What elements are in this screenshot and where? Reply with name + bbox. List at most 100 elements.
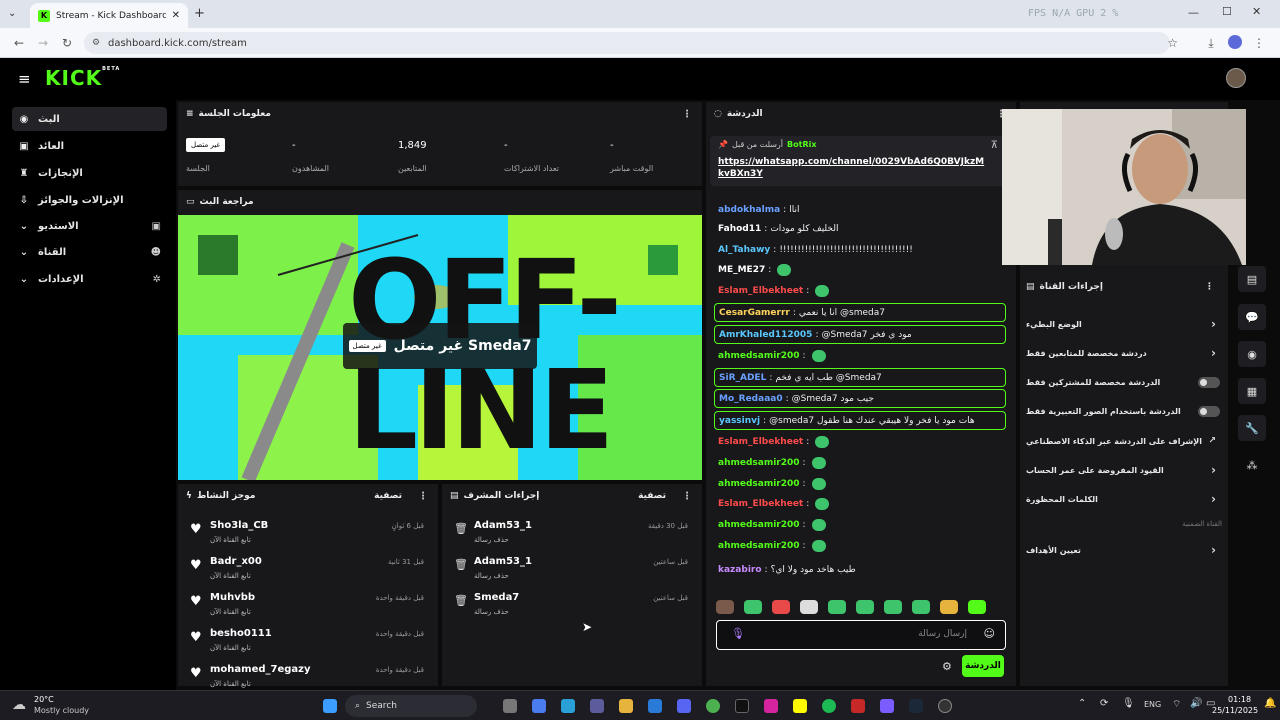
list-item[interactable]: 🗑 Adam53_1 حذف رسالة قبل 30 دقيقة xyxy=(450,518,694,552)
stream-preview[interactable]: OFF-LINE غير متصل غير متصل Smeda7 xyxy=(178,215,702,480)
chevron-up-icon[interactable]: ⌃ xyxy=(1078,698,1086,709)
kick-logo[interactable]: KICKBETA xyxy=(45,66,120,90)
site-info-icon[interactable]: ⚙ xyxy=(92,38,100,48)
chat-message[interactable]: kazabiro: طيب هاخد مود ولا اي؟ xyxy=(714,560,1006,579)
chat-username[interactable]: abdokhalma xyxy=(718,205,780,215)
tab-list-icon[interactable]: ⌄ xyxy=(8,8,16,19)
emote-icon[interactable] xyxy=(912,600,930,614)
chat-username[interactable]: kazabiro xyxy=(718,565,762,575)
sidebar-item-stream[interactable]: ◉ البث xyxy=(12,107,167,131)
chat-message[interactable]: ahmedsamir200: xyxy=(714,474,1006,493)
channel-control-row[interactable]: دردشة مخصصة للمتابعين فقط › xyxy=(1026,342,1222,364)
chat-message[interactable]: ME_ME27: xyxy=(714,260,1006,279)
chat-message[interactable]: ahmedsamir200: xyxy=(714,515,1006,534)
broadcast-button[interactable]: ◉ xyxy=(1238,341,1266,367)
edge-icon[interactable] xyxy=(561,699,575,713)
moderator-name[interactable]: Adam53_1 xyxy=(474,556,532,567)
toggle-switch[interactable] xyxy=(1198,376,1220,388)
network-icon[interactable]: ⌔ xyxy=(1172,698,1181,711)
teams-icon[interactable] xyxy=(880,699,894,713)
tools-button[interactable]: 🔧 xyxy=(1238,415,1266,441)
notification-icon[interactable]: 🔔 xyxy=(1264,698,1276,709)
profile-avatar[interactable] xyxy=(1228,35,1242,49)
minimize-icon[interactable]: — xyxy=(1188,6,1199,19)
user-name[interactable]: besho0111 xyxy=(210,628,272,639)
chat-username[interactable]: ahmedsamir200 xyxy=(718,520,800,530)
back-icon[interactable]: ← xyxy=(12,36,26,50)
emote-icon[interactable] xyxy=(800,600,818,614)
chat-username[interactable]: CesarGamerrr xyxy=(719,308,790,318)
sidebar-item-drops[interactable]: ⇩ الإنزالات والجوائز xyxy=(12,188,167,212)
chat-message[interactable]: Mo_Redaaa0: @Smeda7 جيب مود xyxy=(714,389,1006,408)
chat-message[interactable]: Al_Tahawy:!!!!!!!!!!!!!!!!!!!!!!!!!!!!!!… xyxy=(714,240,1006,259)
emote-icon[interactable] xyxy=(772,600,790,614)
tiktok-icon[interactable] xyxy=(735,699,749,713)
channel-control-row[interactable]: الإشراف على الدردشة عبر الذكاء الاصطناعي… xyxy=(1026,430,1222,452)
chat-message[interactable]: CesarGamerrr: انا يا نعمي @smeda7 xyxy=(714,303,1006,322)
file-explorer-icon[interactable] xyxy=(619,699,633,713)
chat-username[interactable]: ahmedsamir200 xyxy=(718,351,800,361)
spotify-icon[interactable] xyxy=(822,699,836,713)
nodes-button[interactable]: ⁂ xyxy=(1238,452,1266,478)
list-item[interactable]: 🗑 Smeda7 حذف رسالة قبل ساعتين xyxy=(450,590,694,624)
bookmark-star-icon[interactable]: ☆ xyxy=(1167,36,1178,50)
browser-menu-icon[interactable]: ⋮ xyxy=(1252,36,1266,50)
chat-username[interactable]: Fahod11 xyxy=(718,224,761,234)
list-item[interactable]: 🗑 Adam53_1 حذف رسالة قبل ساعتين xyxy=(450,554,694,588)
forward-icon[interactable]: → xyxy=(36,36,50,50)
chat-username[interactable]: AmrKhaled112005 xyxy=(719,330,812,340)
chat-message[interactable]: Eslam_Elbekheet: xyxy=(714,494,1006,513)
chat-message[interactable]: Fahod11: الخليف كلو مودات xyxy=(714,219,1006,238)
emote-icon[interactable] xyxy=(940,600,958,614)
goals-row[interactable]: تعيين الأهداف › xyxy=(1026,539,1222,561)
list-item[interactable]: ♥ Muhvbb تابع القناة الآن قبل دقيقة واحدة xyxy=(186,590,430,624)
windows-start-icon[interactable] xyxy=(323,699,337,713)
chat-bubble-button[interactable]: 💬 xyxy=(1238,304,1266,330)
chat-message[interactable]: AmrKhaled112005: @Smeda7 مود ي فخر xyxy=(714,325,1006,344)
language-indicator[interactable]: ENG xyxy=(1144,700,1161,709)
url-field[interactable]: ⚙ dashboard.kick.com/stream ☆ xyxy=(84,32,1178,54)
moderator-name[interactable]: Adam53_1 xyxy=(474,520,532,531)
emote-icon[interactable] xyxy=(744,600,762,614)
chat-username[interactable]: Eslam_Elbekheet xyxy=(718,437,803,447)
channel-control-row[interactable]: الدردشة مخصصة للمشتركين فقط xyxy=(1026,371,1222,393)
microphone-icon[interactable]: 🎙 xyxy=(731,627,745,640)
task-view-icon[interactable] xyxy=(503,699,517,713)
more-options-icon[interactable]: ⋮ xyxy=(682,109,692,120)
more-options-icon[interactable]: ⋮ xyxy=(682,491,692,502)
hamburger-menu-icon[interactable]: ≡ xyxy=(18,70,31,88)
user-name[interactable]: Sho3la_CB xyxy=(210,520,268,531)
emote-icon[interactable] xyxy=(856,600,874,614)
chat-username[interactable]: Eslam_Elbekheet xyxy=(718,499,803,509)
emote-icon[interactable] xyxy=(716,600,734,614)
chat-username[interactable]: Al_Tahawy xyxy=(718,245,770,255)
chat-message[interactable]: ahmedsamir200: xyxy=(714,453,1006,472)
chat-message[interactable]: SiR_ADEL: طب ايه ي فخم @Smeda7 xyxy=(714,368,1006,387)
more-options-icon[interactable]: ⋮ xyxy=(418,491,428,502)
chat-message[interactable]: Eslam_Elbekheet: xyxy=(714,432,1006,451)
chat-message[interactable]: abdokhalma: اناا xyxy=(714,200,1006,219)
sidebar-item-revenue[interactable]: ▣ العائد xyxy=(12,134,167,158)
download-icon[interactable]: ⤓ xyxy=(1204,36,1218,50)
obs-icon[interactable] xyxy=(938,699,952,713)
tray-icon[interactable]: ⟳ xyxy=(1100,698,1108,709)
chat-username[interactable]: ahmedsamir200 xyxy=(718,479,800,489)
chat-username[interactable]: ME_ME27 xyxy=(718,265,765,275)
chat-settings-icon[interactable]: ⚙ xyxy=(942,660,952,673)
user-name[interactable]: Badr_x00 xyxy=(210,556,262,567)
moderator-name[interactable]: Smeda7 xyxy=(474,592,519,603)
emoji-icon[interactable]: ☺ xyxy=(984,627,995,640)
taskbar-search[interactable]: ⌕ Search xyxy=(345,695,477,717)
clock-date[interactable]: 25/11/2025 xyxy=(1212,706,1258,715)
chat-username[interactable]: SiR_ADEL xyxy=(719,373,766,383)
chat-username[interactable]: ahmedsamir200 xyxy=(718,541,800,551)
notes-button[interactable]: ▤ xyxy=(1238,266,1266,292)
mail-icon[interactable] xyxy=(648,699,662,713)
sidebar-item-channel[interactable]: ⌄ القناة ☻ xyxy=(12,240,167,264)
chat-message[interactable]: ahmedsamir200: xyxy=(714,346,1006,365)
layout-button[interactable]: ▦ xyxy=(1238,378,1266,404)
close-tab-icon[interactable]: ✕ xyxy=(172,10,180,21)
chrome-icon[interactable] xyxy=(706,699,720,713)
more-options-icon[interactable]: ⋮ xyxy=(1205,282,1214,292)
filter-button[interactable]: تصفية xyxy=(638,491,666,501)
